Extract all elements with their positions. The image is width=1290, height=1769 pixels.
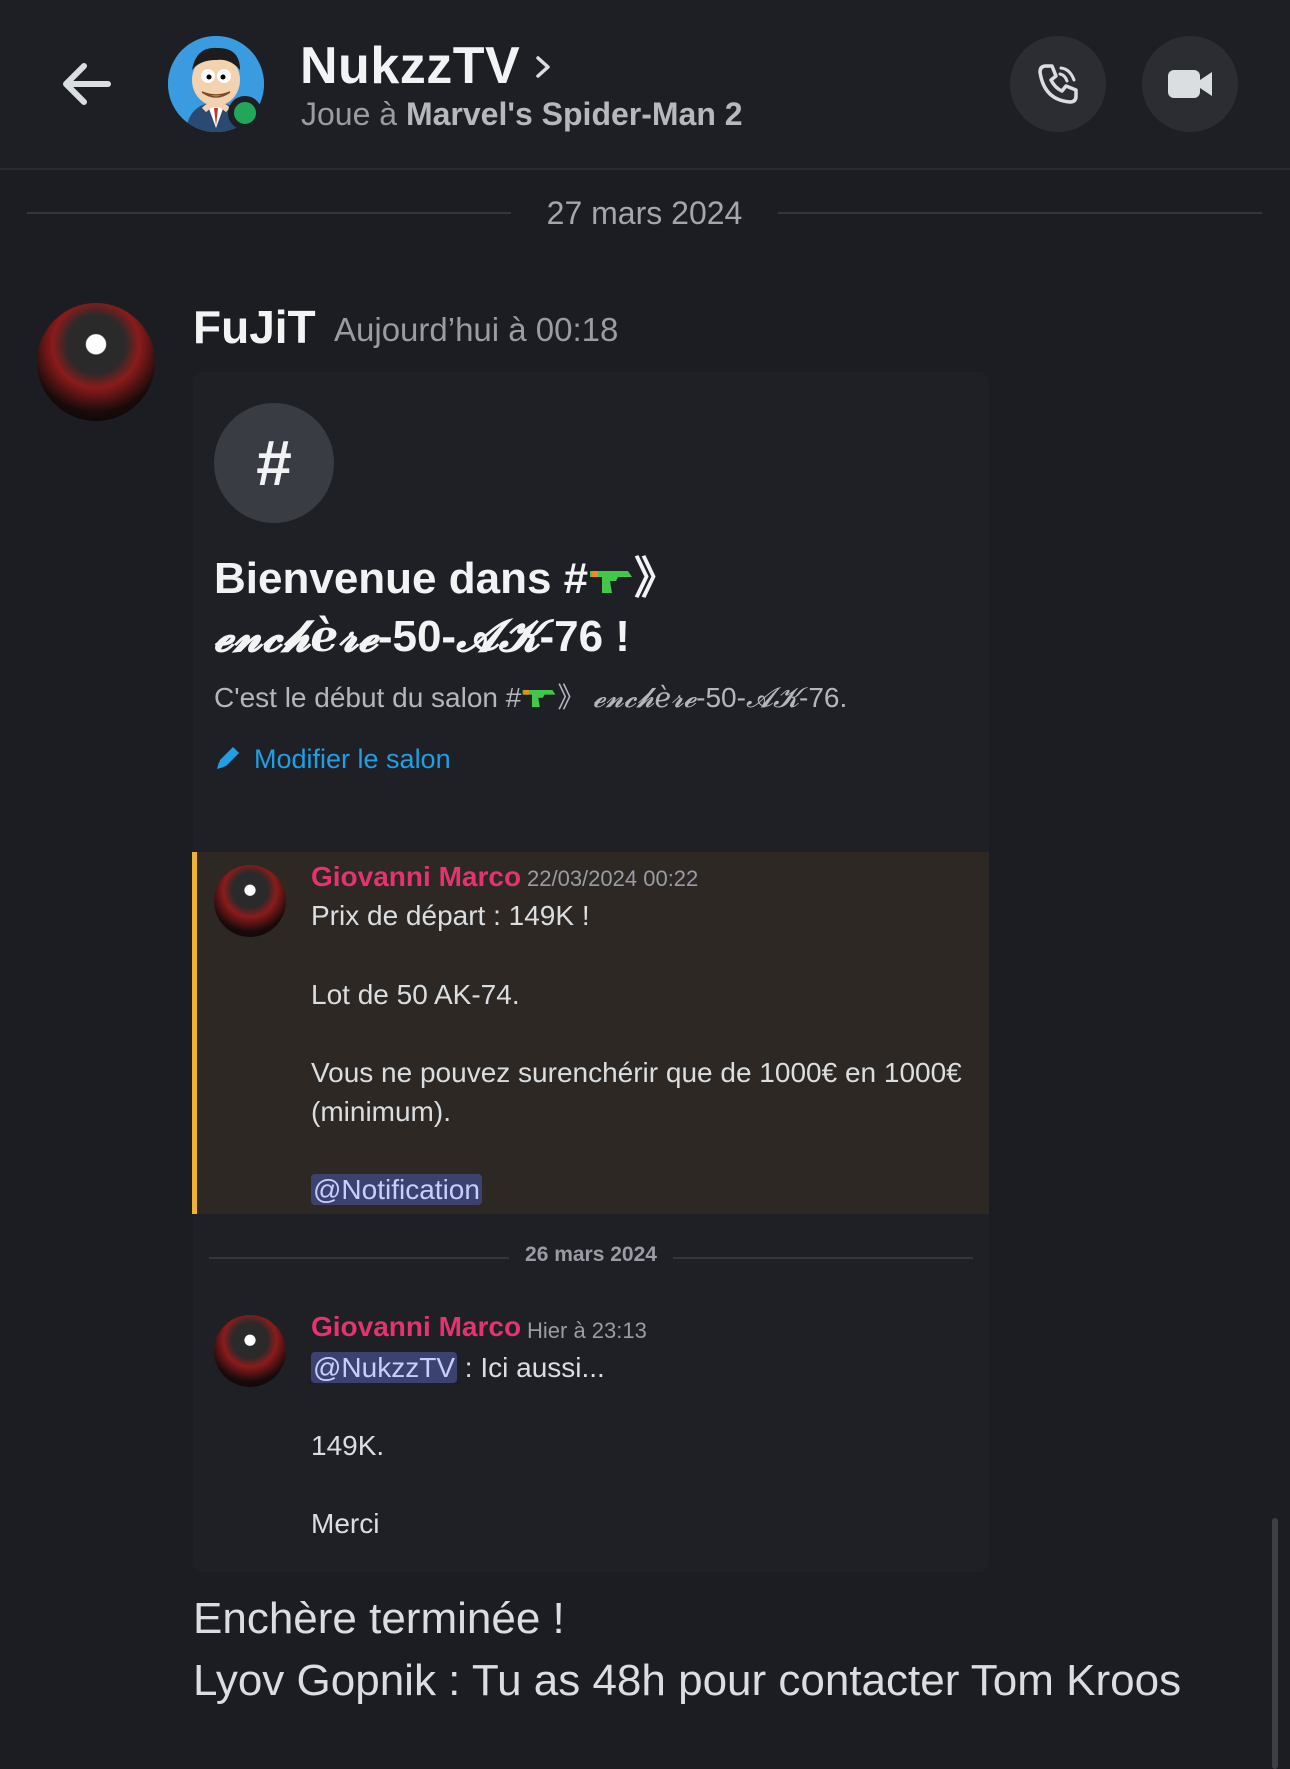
- message-author[interactable]: FuJiT: [193, 300, 316, 354]
- message-body-line: Enchère terminée !: [193, 1594, 565, 1643]
- date-divider-label: 27 mars 2024: [546, 195, 743, 231]
- quoted-timestamp: 22/03/2024 00:22: [527, 866, 699, 891]
- quoted-line: Vous ne pouvez surenchérir que de 1000€ …: [311, 1057, 962, 1088]
- message-timestamp: Aujourd’hui à 00:18: [334, 311, 619, 348]
- sub-date-divider-label: 26 mars 2024: [525, 1243, 657, 1266]
- edit-channel-link[interactable]: Modifier le salon: [214, 744, 451, 775]
- date-divider: 27 mars 2024: [27, 195, 1262, 235]
- video-call-button[interactable]: [1142, 36, 1238, 132]
- back-arrow-icon[interactable]: [56, 54, 116, 114]
- video-camera-icon: [1168, 70, 1212, 98]
- reply-line: 149K.: [311, 1430, 385, 1461]
- reply-author[interactable]: Giovanni Marco: [311, 1311, 521, 1343]
- reply-timestamp: Hier à 23:13: [527, 1318, 647, 1343]
- message-body-line: Lyov Gopnik : Tu as 48h pour contacter T…: [193, 1656, 1182, 1705]
- water-pistol-icon: [588, 552, 634, 593]
- scrollbar[interactable]: [1272, 1518, 1278, 1769]
- quoted-author-avatar[interactable]: [214, 865, 286, 937]
- pencil-icon: [217, 747, 239, 769]
- channel-start-text: C'est le début du salon # 》 𝓮𝓷𝓬𝓱è𝓻𝓮-50-𝓐𝓚…: [214, 681, 848, 714]
- user-mention[interactable]: @NukzzTV: [311, 1352, 457, 1383]
- header-activity: Joue à Marvel's Spider-Man 2: [301, 96, 743, 133]
- online-status-dot: [228, 96, 262, 130]
- header-username[interactable]: NukzzTV: [300, 36, 520, 96]
- message-body: Enchère terminée ! Lyov Gopnik : Tu as 4…: [193, 1588, 1181, 1712]
- water-pistol-icon-small: [521, 684, 557, 708]
- notification-mention[interactable]: @Notification: [311, 1170, 482, 1209]
- quoted-line: Lot de 50 AK-74.: [311, 979, 520, 1010]
- quoted-line: (minimum).: [311, 1096, 451, 1127]
- voice-call-button[interactable]: [1010, 36, 1106, 132]
- activity-game: Marvel's Spider-Man 2: [405, 96, 743, 132]
- message-author-avatar[interactable]: [37, 303, 155, 421]
- quoted-line: Prix de départ : 149K !: [311, 900, 590, 931]
- phone-icon: [1038, 64, 1078, 104]
- chat-header: NukzzTV Joue à Marvel's Spider-Man 2: [0, 0, 1290, 170]
- reply-line-mention: @NukzzTV : Ici aussi...: [311, 1352, 605, 1383]
- channel-welcome-title: Bienvenue dans # 》 𝓮𝓷𝓬𝓱è𝓻𝓮-50-𝓐𝓚-76 !: [214, 552, 679, 662]
- activity-prefix: Joue à: [301, 96, 398, 132]
- quoted-author[interactable]: Giovanni Marco: [311, 861, 521, 893]
- reply-author-avatar[interactable]: [214, 1315, 286, 1387]
- sub-date-divider: 26 mars 2024: [209, 1243, 973, 1273]
- reply-line: Merci: [311, 1508, 380, 1539]
- channel-hash-icon: #: [214, 403, 334, 523]
- chevron-right-icon[interactable]: [532, 52, 556, 82]
